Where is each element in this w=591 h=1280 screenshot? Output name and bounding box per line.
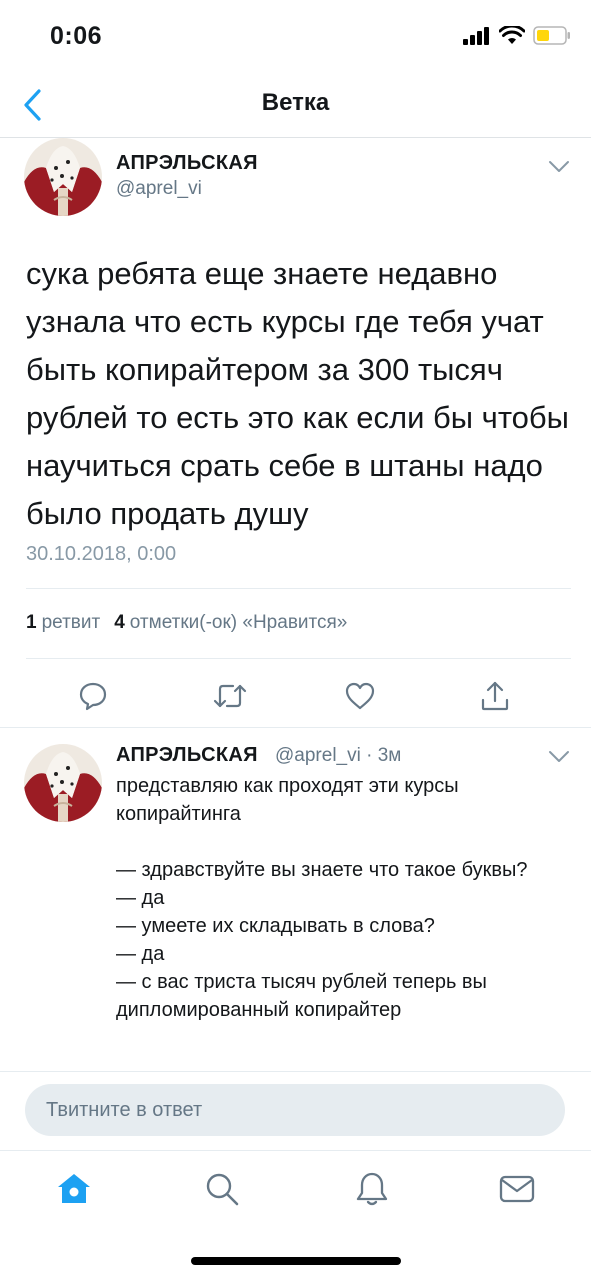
tab-home[interactable] (52, 1167, 96, 1211)
tab-messages[interactable] (495, 1167, 539, 1211)
tweet-stats: 1 ретвит 4 отметки(-ок) «Нравится» (26, 612, 347, 634)
avatar[interactable] (24, 744, 102, 822)
tab-bar (0, 1150, 591, 1230)
signal-icon (463, 26, 491, 50)
chevron-down-icon[interactable] (548, 750, 570, 764)
like-icon (345, 682, 375, 710)
reply-text: представляю как проходят эти курсы копир… (116, 775, 528, 1021)
wifi-icon (498, 24, 526, 50)
reply-icon (79, 682, 107, 711)
tweet-author-handle[interactable]: @aprel_vi (116, 178, 202, 200)
reply-input[interactable] (25, 1084, 565, 1136)
home-indicator (191, 1257, 401, 1265)
tweet-text: сука ребята еще знаете недавно узнала чт… (26, 256, 569, 531)
reply-button[interactable] (73, 676, 113, 716)
divider (26, 588, 571, 589)
chevron-down-icon[interactable] (548, 160, 570, 174)
search-icon (206, 1173, 239, 1206)
tab-notifications[interactable] (350, 1167, 394, 1211)
home-icon (58, 1174, 90, 1203)
reply-handle-time[interactable]: @aprel_vi · 3м (275, 745, 401, 767)
notifications-icon (356, 1172, 388, 1206)
status-icons (463, 24, 571, 50)
messages-icon (499, 1175, 535, 1203)
reply-compose-box[interactable] (25, 1084, 565, 1136)
tweet-date: 30.10.2018, 0:00 (26, 543, 177, 565)
reply-author-name[interactable]: АПРЭЛЬСКАЯ (116, 744, 258, 767)
retweet-button[interactable] (210, 676, 250, 716)
share-button[interactable] (475, 676, 515, 716)
battery-icon (533, 26, 571, 50)
tab-search[interactable] (200, 1167, 244, 1211)
divider (26, 658, 571, 659)
retweet-stat[interactable]: 1 ретвит (26, 612, 100, 634)
nav-bar: Ветка (0, 72, 591, 138)
divider (0, 727, 591, 728)
divider (0, 1071, 591, 1072)
like-button[interactable] (340, 676, 380, 716)
status-bar: 0:06 (0, 0, 591, 72)
tweet-actions (0, 670, 591, 720)
retweet-icon (213, 684, 247, 708)
page-title: Ветка (261, 89, 330, 116)
share-icon (481, 681, 509, 711)
like-stat[interactable]: 4 отметки(-ок) «Нравится» (114, 612, 347, 634)
avatar[interactable] (24, 138, 102, 216)
tweet-author-name[interactable]: АПРЭЛЬСКАЯ (116, 152, 258, 175)
status-time: 0:06 (50, 22, 103, 50)
